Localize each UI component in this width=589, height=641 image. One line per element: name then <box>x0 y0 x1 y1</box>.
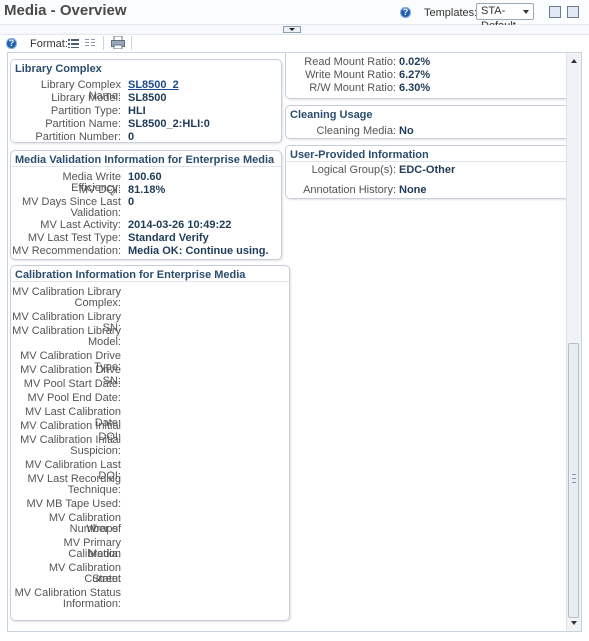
format-columns-icon[interactable] <box>85 38 96 48</box>
vertical-scrollbar[interactable] <box>566 53 581 631</box>
field-label: Cleaning Media: <box>316 125 397 137</box>
library-complex-name-link[interactable]: SL8500_2 <box>128 80 179 91</box>
content-area: Library Complex Library Complex Name: SL… <box>7 52 582 632</box>
field-label: MV Pool End Date: <box>27 392 121 404</box>
page-title: Media - Overview <box>4 2 127 19</box>
library-complex-panel: Library Complex Library Complex Name: SL… <box>10 59 282 143</box>
field-label: Partition Name: <box>45 118 121 130</box>
panel-title: Cleaning Usage <box>290 109 373 121</box>
field-label-cont: Wraps: <box>86 523 121 535</box>
field-label-cont: Information: <box>62 598 121 610</box>
field-label: MV Last Activity: <box>40 219 121 231</box>
field-value: 6.27% <box>399 69 431 81</box>
scroll-down-arrow-icon[interactable] <box>571 621 577 625</box>
field-label-cont: Technique: <box>67 484 121 496</box>
field-label: Library Model: <box>51 92 121 104</box>
field-value: Media OK: Continue using. <box>128 245 269 257</box>
field-label-cont: Suspicion: <box>70 445 121 457</box>
calibration-panel: Calibration Information for Enterprise M… <box>10 265 290 621</box>
field-label: R/W Mount Ratio: <box>309 82 396 94</box>
field-label: Read Mount Ratio: <box>304 56 396 68</box>
save-icon[interactable] <box>567 6 579 18</box>
field-label: Logical Group(s): <box>311 164 396 176</box>
field-value: 0.02% <box>399 56 431 68</box>
field-label: MV Recommendation: <box>12 245 121 257</box>
field-label-cont: Media: <box>87 548 121 560</box>
field-value: 81.18% <box>128 184 166 196</box>
format-list-icon[interactable] <box>68 38 79 48</box>
cleaning-usage-panel: Cleaning Usage Cleaning Media: No <box>285 105 570 139</box>
panel-title: Media Validation Information for Enterpr… <box>15 154 275 166</box>
format-label: Format: <box>30 38 68 50</box>
grip-icon <box>572 474 576 483</box>
field-value: 2014-03-26 10:49:22 <box>128 219 232 231</box>
field-value: SL8500_2:HLI:0 <box>128 118 210 130</box>
field-value: EDC-Other <box>399 164 456 176</box>
toolbar-separator <box>131 36 132 50</box>
field-label: MV DQI: <box>78 184 121 196</box>
help-icon[interactable]: ? <box>400 7 411 18</box>
field-value: 100.60 <box>128 171 162 183</box>
field-label: MV Pool Start Date: <box>23 378 121 390</box>
divider <box>11 166 281 167</box>
field-label: MV Last Test Type: <box>27 232 121 244</box>
divider <box>286 161 569 162</box>
chevron-down-icon <box>523 10 529 14</box>
field-label: Partition Number: <box>35 131 121 143</box>
field-value: HLI <box>128 105 146 117</box>
field-label: MV MB Tape Used: <box>26 498 121 510</box>
field-value: 0 <box>128 196 135 208</box>
mount-ratio-panel: Read Mount Ratio: 0.02% Write Mount Rati… <box>285 53 570 99</box>
title-bar: Media - Overview ? Templates: STA-Defaul… <box>0 0 589 32</box>
field-value: None <box>399 184 427 196</box>
collapse-toggle-button[interactable] <box>283 26 301 33</box>
scrollbar-thumb[interactable] <box>568 343 579 618</box>
media-validation-panel: Media Validation Information for Enterpr… <box>10 150 282 260</box>
toolbar: ? Format: <box>0 34 589 52</box>
templates-select[interactable]: STA-Default <box>476 3 534 32</box>
divider <box>11 281 289 282</box>
user-provided-panel: User-Provided Information Logical Group(… <box>285 145 570 199</box>
print-icon[interactable] <box>111 36 125 49</box>
field-label: Write Mount Ratio: <box>305 69 396 81</box>
field-value: SL8500 <box>128 92 167 104</box>
templates-label: Templates: <box>424 7 478 19</box>
detail-view-icon[interactable] <box>549 6 561 18</box>
panel-title: Calibration Information for Enterprise M… <box>15 269 246 281</box>
panel-title: User-Provided Information <box>290 149 429 161</box>
field-value: No <box>399 125 414 137</box>
panel-title: Library Complex <box>15 63 102 75</box>
toolbar-separator <box>103 36 104 50</box>
field-value: Standard Verify <box>128 232 209 244</box>
field-label: Annotation History: <box>303 184 396 196</box>
field-label: Partition Type: <box>50 105 121 117</box>
field-label-cont: Model: <box>87 336 121 348</box>
help-icon[interactable]: ? <box>6 38 17 49</box>
field-value: 0 <box>128 131 135 143</box>
field-label-cont: Validation: <box>70 207 121 219</box>
field-label-cont: Complex: <box>74 297 121 309</box>
scroll-up-arrow-icon[interactable] <box>571 59 577 63</box>
field-value: 6.30% <box>399 82 431 94</box>
field-label-cont: State: <box>92 573 121 585</box>
